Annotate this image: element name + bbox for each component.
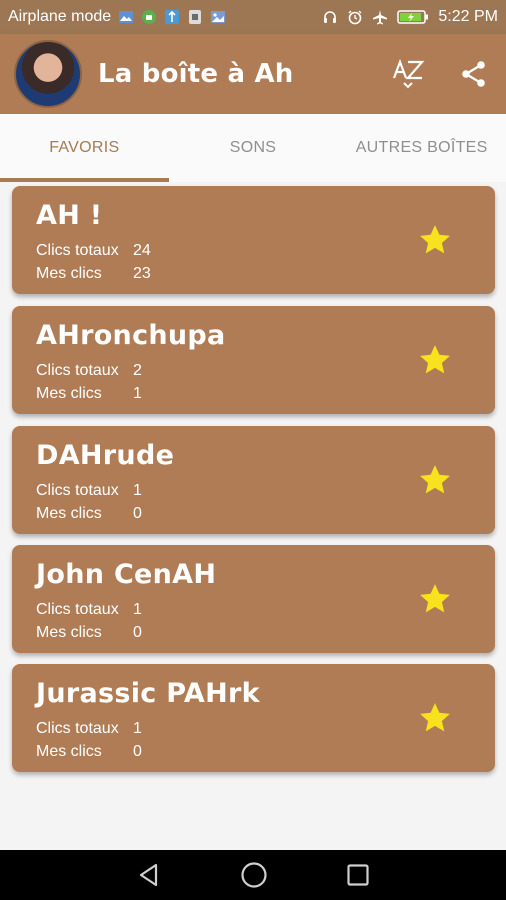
status-bar: Airplane mode 5:22 PM <box>0 0 506 34</box>
total-clicks-row: Clics totaux 2 <box>36 362 142 380</box>
star-icon[interactable] <box>418 463 452 497</box>
alarm-icon <box>348 10 362 25</box>
total-clicks-row: Clics totaux 1 <box>36 720 142 738</box>
total-clicks-row: Clics totaux 24 <box>36 242 151 260</box>
my-clicks-label: Mes clics <box>36 624 102 641</box>
sort-az-icon[interactable] <box>390 58 426 90</box>
tab-sons[interactable]: SONS <box>169 114 338 182</box>
my-clicks-label: Mes clics <box>36 505 102 522</box>
home-icon[interactable] <box>240 861 268 889</box>
total-clicks-value: 1 <box>133 720 142 737</box>
my-clicks-value: 23 <box>133 265 151 282</box>
total-clicks-value: 2 <box>133 362 142 379</box>
usb-icon <box>165 10 180 24</box>
my-clicks-row: Mes clics 0 <box>36 624 142 642</box>
sound-title: AH ! <box>36 200 103 231</box>
sound-card[interactable]: AH ! Clics totaux 24 Mes clics 23 <box>12 186 495 294</box>
total-clicks-row: Clics totaux 1 <box>36 482 142 500</box>
battery-charging-icon <box>397 10 429 24</box>
my-clicks-row: Mes clics 0 <box>36 505 142 523</box>
my-clicks-value: 0 <box>133 624 142 641</box>
sound-card[interactable]: AHronchupa Clics totaux 2 Mes clics 1 <box>12 306 495 414</box>
tab-bar: FAVORIS SONS AUTRES BOÎTES <box>0 114 506 182</box>
sound-title: DAHrude <box>36 440 175 471</box>
sound-title: John CenAH <box>36 559 217 590</box>
back-icon[interactable] <box>136 862 162 888</box>
system-nav-bar <box>0 850 506 900</box>
total-clicks-value: 1 <box>133 482 142 499</box>
total-clicks-label: Clics totaux <box>36 242 119 259</box>
my-clicks-label: Mes clics <box>36 743 102 760</box>
my-clicks-value: 1 <box>133 385 142 402</box>
android-icon <box>142 10 157 24</box>
my-clicks-label: Mes clics <box>36 385 102 402</box>
sound-title: Jurassic PAHrk <box>36 678 260 709</box>
app-bar: La boîte à Ah <box>0 34 506 114</box>
total-clicks-value: 1 <box>133 601 142 618</box>
star-icon[interactable] <box>418 582 452 616</box>
airplane-icon <box>373 10 388 25</box>
total-clicks-label: Clics totaux <box>36 482 119 499</box>
recents-icon[interactable] <box>346 863 370 887</box>
total-clicks-row: Clics totaux 1 <box>36 601 142 619</box>
my-clicks-row: Mes clics 23 <box>36 265 151 283</box>
sound-card[interactable]: John CenAH Clics totaux 1 Mes clics 0 <box>12 545 495 653</box>
image-icon <box>211 11 226 23</box>
my-clicks-label: Mes clics <box>36 265 102 282</box>
sound-title: AHronchupa <box>36 320 226 351</box>
my-clicks-value: 0 <box>133 743 142 760</box>
share-icon[interactable] <box>460 60 488 88</box>
my-clicks-row: Mes clics 1 <box>36 385 142 403</box>
total-clicks-label: Clics totaux <box>36 362 119 379</box>
sim-icon <box>189 10 202 24</box>
my-clicks-row: Mes clics 0 <box>36 743 142 761</box>
total-clicks-label: Clics totaux <box>36 601 119 618</box>
app-title: La boîte à Ah <box>98 59 294 89</box>
star-icon[interactable] <box>418 701 452 735</box>
tab-autres-boites[interactable]: AUTRES BOÎTES <box>337 114 506 182</box>
sound-card[interactable]: DAHrude Clics totaux 1 Mes clics 0 <box>12 426 495 534</box>
headphones-icon <box>324 11 337 23</box>
photo-icon <box>119 11 134 23</box>
star-icon[interactable] <box>418 223 452 257</box>
sound-card[interactable]: Jurassic PAHrk Clics totaux 1 Mes clics … <box>12 664 495 772</box>
airplane-mode-label: Airplane mode <box>8 8 112 25</box>
total-clicks-label: Clics totaux <box>36 720 119 737</box>
app-avatar <box>14 40 82 108</box>
status-time: 5:22 PM <box>438 8 498 25</box>
tab-favoris[interactable]: FAVORIS <box>0 114 169 182</box>
star-icon[interactable] <box>418 343 452 377</box>
total-clicks-value: 24 <box>133 242 151 259</box>
my-clicks-value: 0 <box>133 505 142 522</box>
